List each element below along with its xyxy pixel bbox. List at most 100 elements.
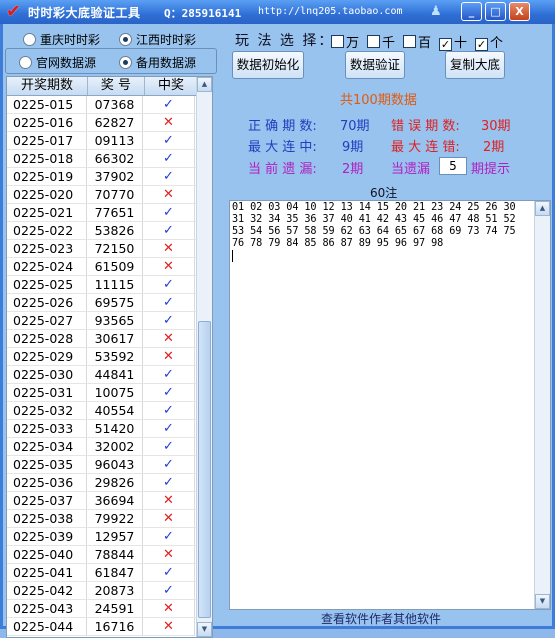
table-row[interactable]: 0225-044 16716 ✕ [7,618,212,636]
vertical-scrollbar[interactable]: ▲ ▼ [196,77,212,637]
number-cell: 20873 [87,582,143,599]
init-data-button[interactable]: 数据初始化 [232,51,304,79]
header-period[interactable]: 开奖期数 [7,77,88,95]
table-row[interactable]: 0225-028 30617 ✕ [7,330,212,348]
hit-check-icon: ✓ [143,474,195,491]
checkbox-qian[interactable]: 千 [367,32,395,51]
period-cell: 0225-019 [7,168,87,185]
table-row[interactable]: 0225-018 66302 ✓ [7,150,212,168]
wrong-value: 30期 [481,119,511,134]
checkbox-shi[interactable]: ✓ 十 [439,32,467,51]
table-row[interactable]: 0225-016 62827 ✕ [7,114,212,132]
bet-count: 60注 [370,186,398,200]
max-miss-value: 2期 [483,140,505,155]
period-cell: 0225-038 [7,510,87,527]
period-cell: 0225-026 [7,294,87,311]
table-row[interactable]: 0225-033 51420 ✓ [7,420,212,438]
checkbox-empty-icon [331,35,344,48]
table-row[interactable]: 0225-032 40554 ✓ [7,402,212,420]
number-cell: 32002 [87,438,143,455]
text-caret [232,250,233,262]
number-cell: 78844 [87,546,143,563]
number-cell: 96043 [87,456,143,473]
wrong-label: 错 误 期 数: [391,119,460,134]
table-row[interactable]: 0225-029 53592 ✕ [7,348,212,366]
period-cell: 0225-027 [7,312,87,329]
table-row[interactable]: 0225-020 70770 ✕ [7,186,212,204]
hit-check-icon: ✓ [143,204,195,221]
checkmark-icon: ✓ [439,38,452,51]
scroll-down-icon[interactable]: ▼ [535,594,550,609]
table-header: 开奖期数 奖 号 中奖 [7,77,212,96]
table-row[interactable]: 0225-036 29826 ✓ [7,474,212,492]
table-row[interactable]: 0225-034 32002 ✓ [7,438,212,456]
table-row[interactable]: 0225-025 11115 ✓ [7,276,212,294]
header-hit[interactable]: 中奖 [145,77,198,95]
number-cell: 93565 [87,312,143,329]
minimize-button[interactable]: _ [461,2,482,21]
period-cell: 0225-016 [7,114,87,131]
title-bar[interactable]: ✔ 时时彩大底验证工具 Q：285916141 http://lnq205.ta… [0,0,555,24]
scroll-up-icon[interactable]: ▲ [197,77,212,92]
checkbox-ge[interactable]: ✓ 个 [475,32,503,51]
miss-alert-input[interactable]: 5 [439,157,467,175]
table-row[interactable]: 0225-019 37902 ✓ [7,168,212,186]
checkbox-bai[interactable]: 百 [403,32,431,51]
header-number[interactable]: 奖 号 [88,77,145,95]
miss-cross-icon: ✕ [143,240,195,257]
correct-value: 70期 [340,119,370,134]
radio-source-backup[interactable]: 备用数据源 [119,54,196,74]
table-row[interactable]: 0225-043 24591 ✕ [7,600,212,618]
verify-data-button[interactable]: 数据验证 [345,51,405,79]
table-row[interactable]: 0225-015 07368 ✓ [7,96,212,114]
table-row[interactable]: 0225-038 79922 ✕ [7,510,212,528]
table-row[interactable]: 0225-040 78844 ✕ [7,546,212,564]
table-row[interactable]: 0225-024 61509 ✕ [7,258,212,276]
table-row[interactable]: 0225-027 93565 ✓ [7,312,212,330]
hit-check-icon: ✓ [143,294,195,311]
table-row[interactable]: 0225-021 77651 ✓ [7,204,212,222]
number-cell: 29826 [87,474,143,491]
radio-source-official[interactable]: 官网数据源 [19,54,96,74]
table-row[interactable]: 0225-026 69575 ✓ [7,294,212,312]
checkbox-wan[interactable]: 万 [331,32,359,51]
radio-circle-icon [23,33,36,46]
number-cell: 72150 [87,240,143,257]
table-row[interactable]: 0225-030 44841 ✓ [7,366,212,384]
scroll-down-icon[interactable]: ▼ [197,622,212,637]
miss-alert-label: 当遗漏 [391,162,431,177]
period-cell: 0225-021 [7,204,87,221]
client-area: 重庆时时彩 江西时时彩 官网数据源 备用数据源 开奖期数 奖 号 中奖 0225… [3,24,552,638]
skin-icon[interactable]: ♟ [430,4,444,20]
table-row[interactable]: 0225-035 96043 ✓ [7,456,212,474]
other-software-link[interactable]: 查看软件作者其他软件 [321,610,441,627]
maximize-button[interactable]: □ [485,2,506,21]
scroll-thumb[interactable] [198,321,211,618]
radio-circle-icon [19,56,32,69]
copy-base-button[interactable]: 复制大底 [445,51,505,79]
scroll-up-icon[interactable]: ▲ [535,201,550,216]
table-row[interactable]: 0225-017 09113 ✓ [7,132,212,150]
shop-url[interactable]: http://lnq205.taobao.com [258,6,403,17]
table-row[interactable]: 0225-039 12957 ✓ [7,528,212,546]
number-cell: 51420 [87,420,143,437]
close-button[interactable]: X [509,2,530,21]
miss-cross-icon: ✕ [143,510,195,527]
miss-cross-icon: ✕ [143,258,195,275]
table-row[interactable]: 0225-037 36694 ✕ [7,492,212,510]
radio-selected-icon [119,56,132,69]
table-row[interactable]: 0225-031 10075 ✓ [7,384,212,402]
period-cell: 0225-024 [7,258,87,275]
numbers-scrollbar[interactable]: ▲ ▼ [534,201,550,609]
table-row[interactable]: 0225-042 20873 ✓ [7,582,212,600]
hit-check-icon: ✓ [143,564,195,581]
miss-cross-icon: ✕ [143,186,195,203]
period-cell: 0225-041 [7,564,87,581]
table-row[interactable]: 0225-022 53826 ✓ [7,222,212,240]
numbers-textarea[interactable]: 01 02 03 04 10 12 13 14 15 20 21 23 24 2… [229,200,551,610]
table-row[interactable]: 0225-023 72150 ✕ [7,240,212,258]
number-cell: 10075 [87,384,143,401]
table-row[interactable]: 0225-041 61847 ✓ [7,564,212,582]
number-cell: 30617 [87,330,143,347]
results-table[interactable]: 开奖期数 奖 号 中奖 0225-015 07368 ✓ 0225-016 62827 ✕… [6,76,213,638]
